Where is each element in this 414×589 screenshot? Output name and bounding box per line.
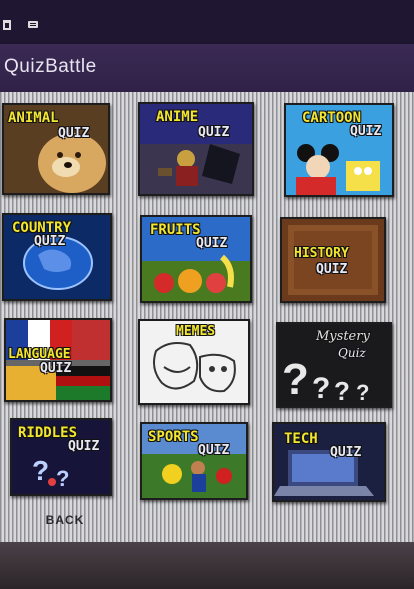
quiz-subtitle: QUIZ: [58, 126, 90, 141]
quiz-title: LANGUAGE: [8, 347, 71, 362]
quiz-tile-fruits[interactable]: FRUITS QUIZ: [140, 215, 252, 303]
quiz-title: FRUITS: [150, 222, 201, 238]
quiz-subtitle: QUIZ: [40, 361, 72, 376]
quiz-title: ANIMAL: [8, 110, 59, 126]
svg-text:?: ?: [312, 372, 330, 405]
quiz-subtitle: QUIZ: [198, 125, 230, 140]
quiz-tile-riddles[interactable]: ? ? RIDDLES QUIZ: [10, 418, 112, 496]
quiz-title: COUNTRY: [12, 220, 72, 236]
quiz-tile-anime[interactable]: ANIME QUIZ: [138, 102, 254, 196]
app-title: QuizBattle: [4, 56, 97, 77]
quiz-title: HISTORY: [294, 246, 349, 261]
svg-text:?: ?: [56, 466, 69, 491]
quiz-title: ANIME: [156, 109, 199, 125]
quiz-subtitle: QUIZ: [196, 236, 228, 251]
quiz-tile-language[interactable]: LANGUAGE QUIZ: [4, 318, 112, 402]
quiz-title: RIDDLES: [18, 425, 78, 441]
quiz-tile-cartoon[interactable]: CARTOON QUIZ: [284, 103, 394, 197]
quiz-title: Mystery: [316, 329, 370, 344]
quiz-title: MEMES: [176, 324, 216, 339]
quiz-tile-country[interactable]: COUNTRY QUIZ: [2, 213, 112, 301]
svg-text:?: ?: [32, 455, 49, 486]
message-icon: [28, 21, 38, 28]
quiz-subtitle: QUIZ: [198, 443, 230, 458]
quiz-subtitle: QUIZ: [330, 445, 362, 460]
quiz-tile-animal[interactable]: ANIMAL QUIZ: [2, 103, 110, 195]
svg-text:?: ?: [356, 380, 369, 405]
quiz-title: CARTOON: [302, 110, 362, 126]
svg-text:?: ?: [282, 355, 309, 404]
app-bar: QuizBattle: [0, 44, 414, 92]
quiz-tile-sports[interactable]: SPORTS QUIZ: [140, 422, 248, 500]
sim-card-icon: [3, 20, 11, 30]
status-bar: [0, 0, 414, 44]
quiz-subtitle: QUIZ: [316, 262, 348, 277]
quiz-tile-tech[interactable]: TECH QUIZ: [272, 422, 386, 502]
quiz-title: TECH: [284, 431, 318, 447]
quiz-tile-history[interactable]: HISTORY QUIZ: [280, 217, 386, 303]
quiz-title: SPORTS: [148, 429, 199, 445]
svg-text:?: ?: [334, 376, 350, 406]
quiz-subtitle: Quiz: [338, 346, 366, 360]
quiz-tile-mystery[interactable]: ? ? ? ? Mystery Quiz: [276, 322, 392, 408]
quiz-subtitle: QUIZ: [350, 124, 382, 139]
quiz-tile-memes[interactable]: MEMES: [138, 319, 250, 405]
back-button[interactable]: BACK: [30, 508, 100, 532]
quiz-subtitle: QUIZ: [68, 439, 100, 454]
quiz-subtitle: QUIZ: [34, 234, 66, 249]
quiz-grid: ANIMAL QUIZ ANIME QUIZ CARTOON QUIZ COUN…: [0, 92, 414, 542]
bottom-area: [0, 542, 414, 589]
